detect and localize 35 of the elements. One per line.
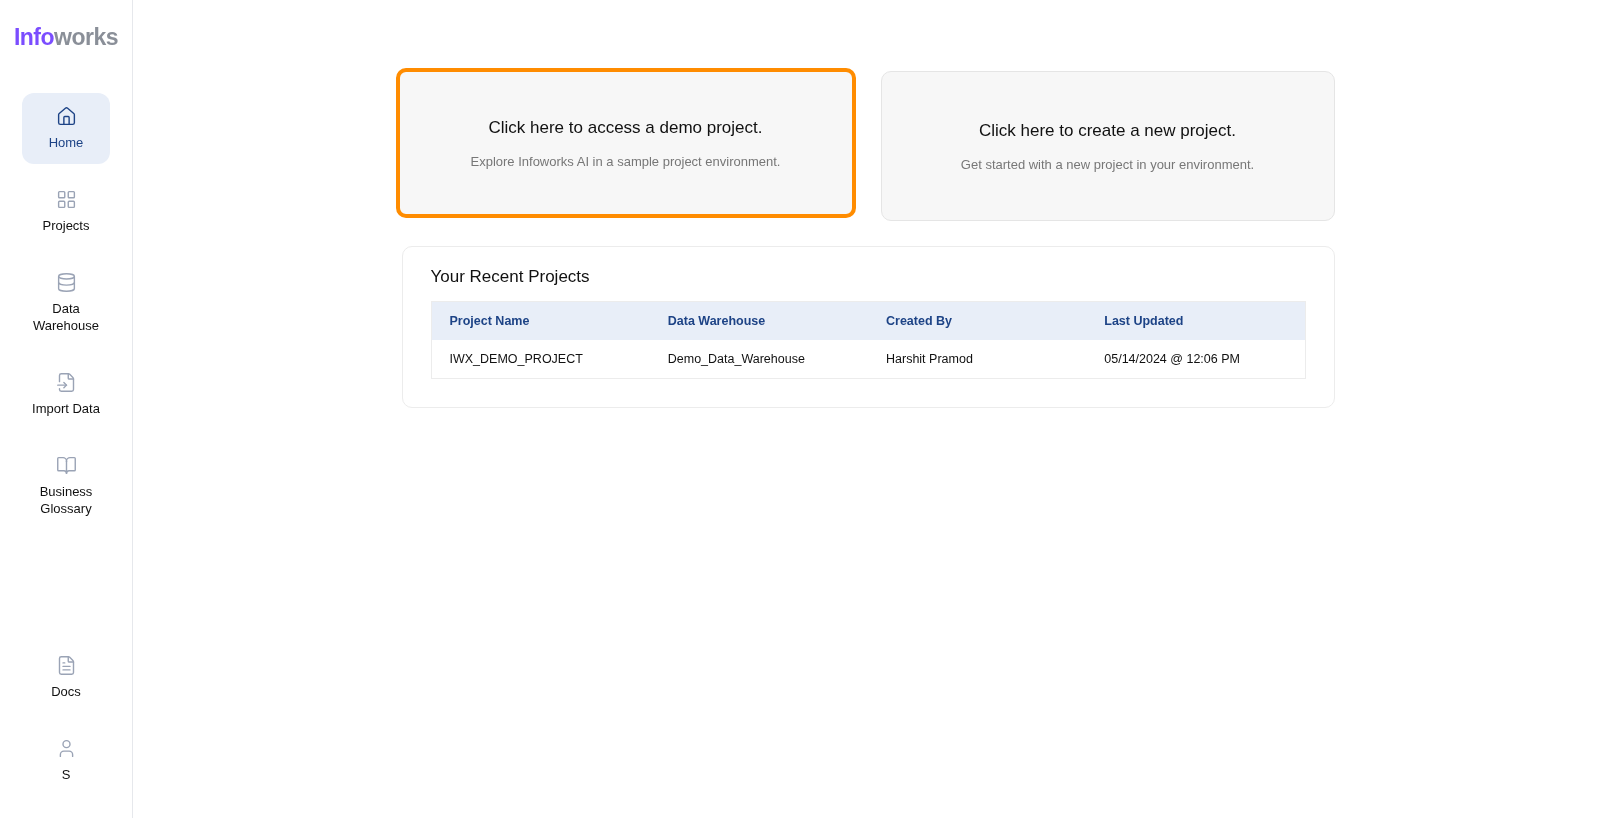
project-card[interactable]: Click here to create a new project. Get started with a new project in your environment. <box>880 71 1335 221</box>
database-icon <box>55 272 77 293</box>
card-title: Click here to create a new project. <box>979 120 1236 141</box>
sidebar-item-label: Business Glossary <box>39 483 93 517</box>
import-icon <box>55 372 77 393</box>
sidebar-item[interactable]: Home <box>22 93 110 164</box>
sidebar-item-label: Home <box>48 134 84 151</box>
panel-title: Your Recent Projects <box>430 267 591 287</box>
column-header: Project Name <box>448 314 531 328</box>
home-icon <box>55 106 77 127</box>
table-cell-text: Demo_Data_Warehouse <box>666 352 806 366</box>
sidebar-item[interactable]: S <box>22 725 110 796</box>
sidebar-item[interactable]: Data Warehouse <box>22 259 110 347</box>
column-header: Created By <box>885 314 953 328</box>
table-cell-text: 05/14/2024 @ 12:06 PM <box>1103 352 1241 366</box>
column-header: Data Warehouse <box>666 314 767 328</box>
sidebar-item[interactable]: Business Glossary <box>22 442 110 530</box>
logo: Infoworks <box>13 24 119 51</box>
sidebar-item-label: Import Data <box>32 400 100 417</box>
column-header: Last Updated <box>1103 314 1185 328</box>
book-icon <box>55 455 77 476</box>
sidebar-item-label: Data Warehouse <box>33 300 99 334</box>
table-cell-text: IWX_DEMO_PROJECT <box>448 352 584 366</box>
sidebar-item[interactable]: Projects <box>22 176 110 247</box>
sidebar-item[interactable]: Docs <box>22 642 110 713</box>
sidebar-item-label: S <box>61 766 71 783</box>
card-subtitle: Get started with a new project in your environment. <box>960 156 1255 172</box>
sidebar-item[interactable]: Import Data <box>22 359 110 430</box>
sidebar-item-label: Docs <box>51 683 81 700</box>
sidebar-item-label: Projects <box>42 217 90 234</box>
grid-icon <box>55 189 77 210</box>
table-cell-text: Harshit Pramod <box>885 352 974 366</box>
project-card[interactable]: Click here to access a demo project. Explore Infoworks AI in a sample project environment. <box>395 68 856 218</box>
card-title: Click here to access a demo project. <box>488 117 763 138</box>
card-subtitle: Explore Infoworks AI in a sample project environment. <box>470 153 781 169</box>
